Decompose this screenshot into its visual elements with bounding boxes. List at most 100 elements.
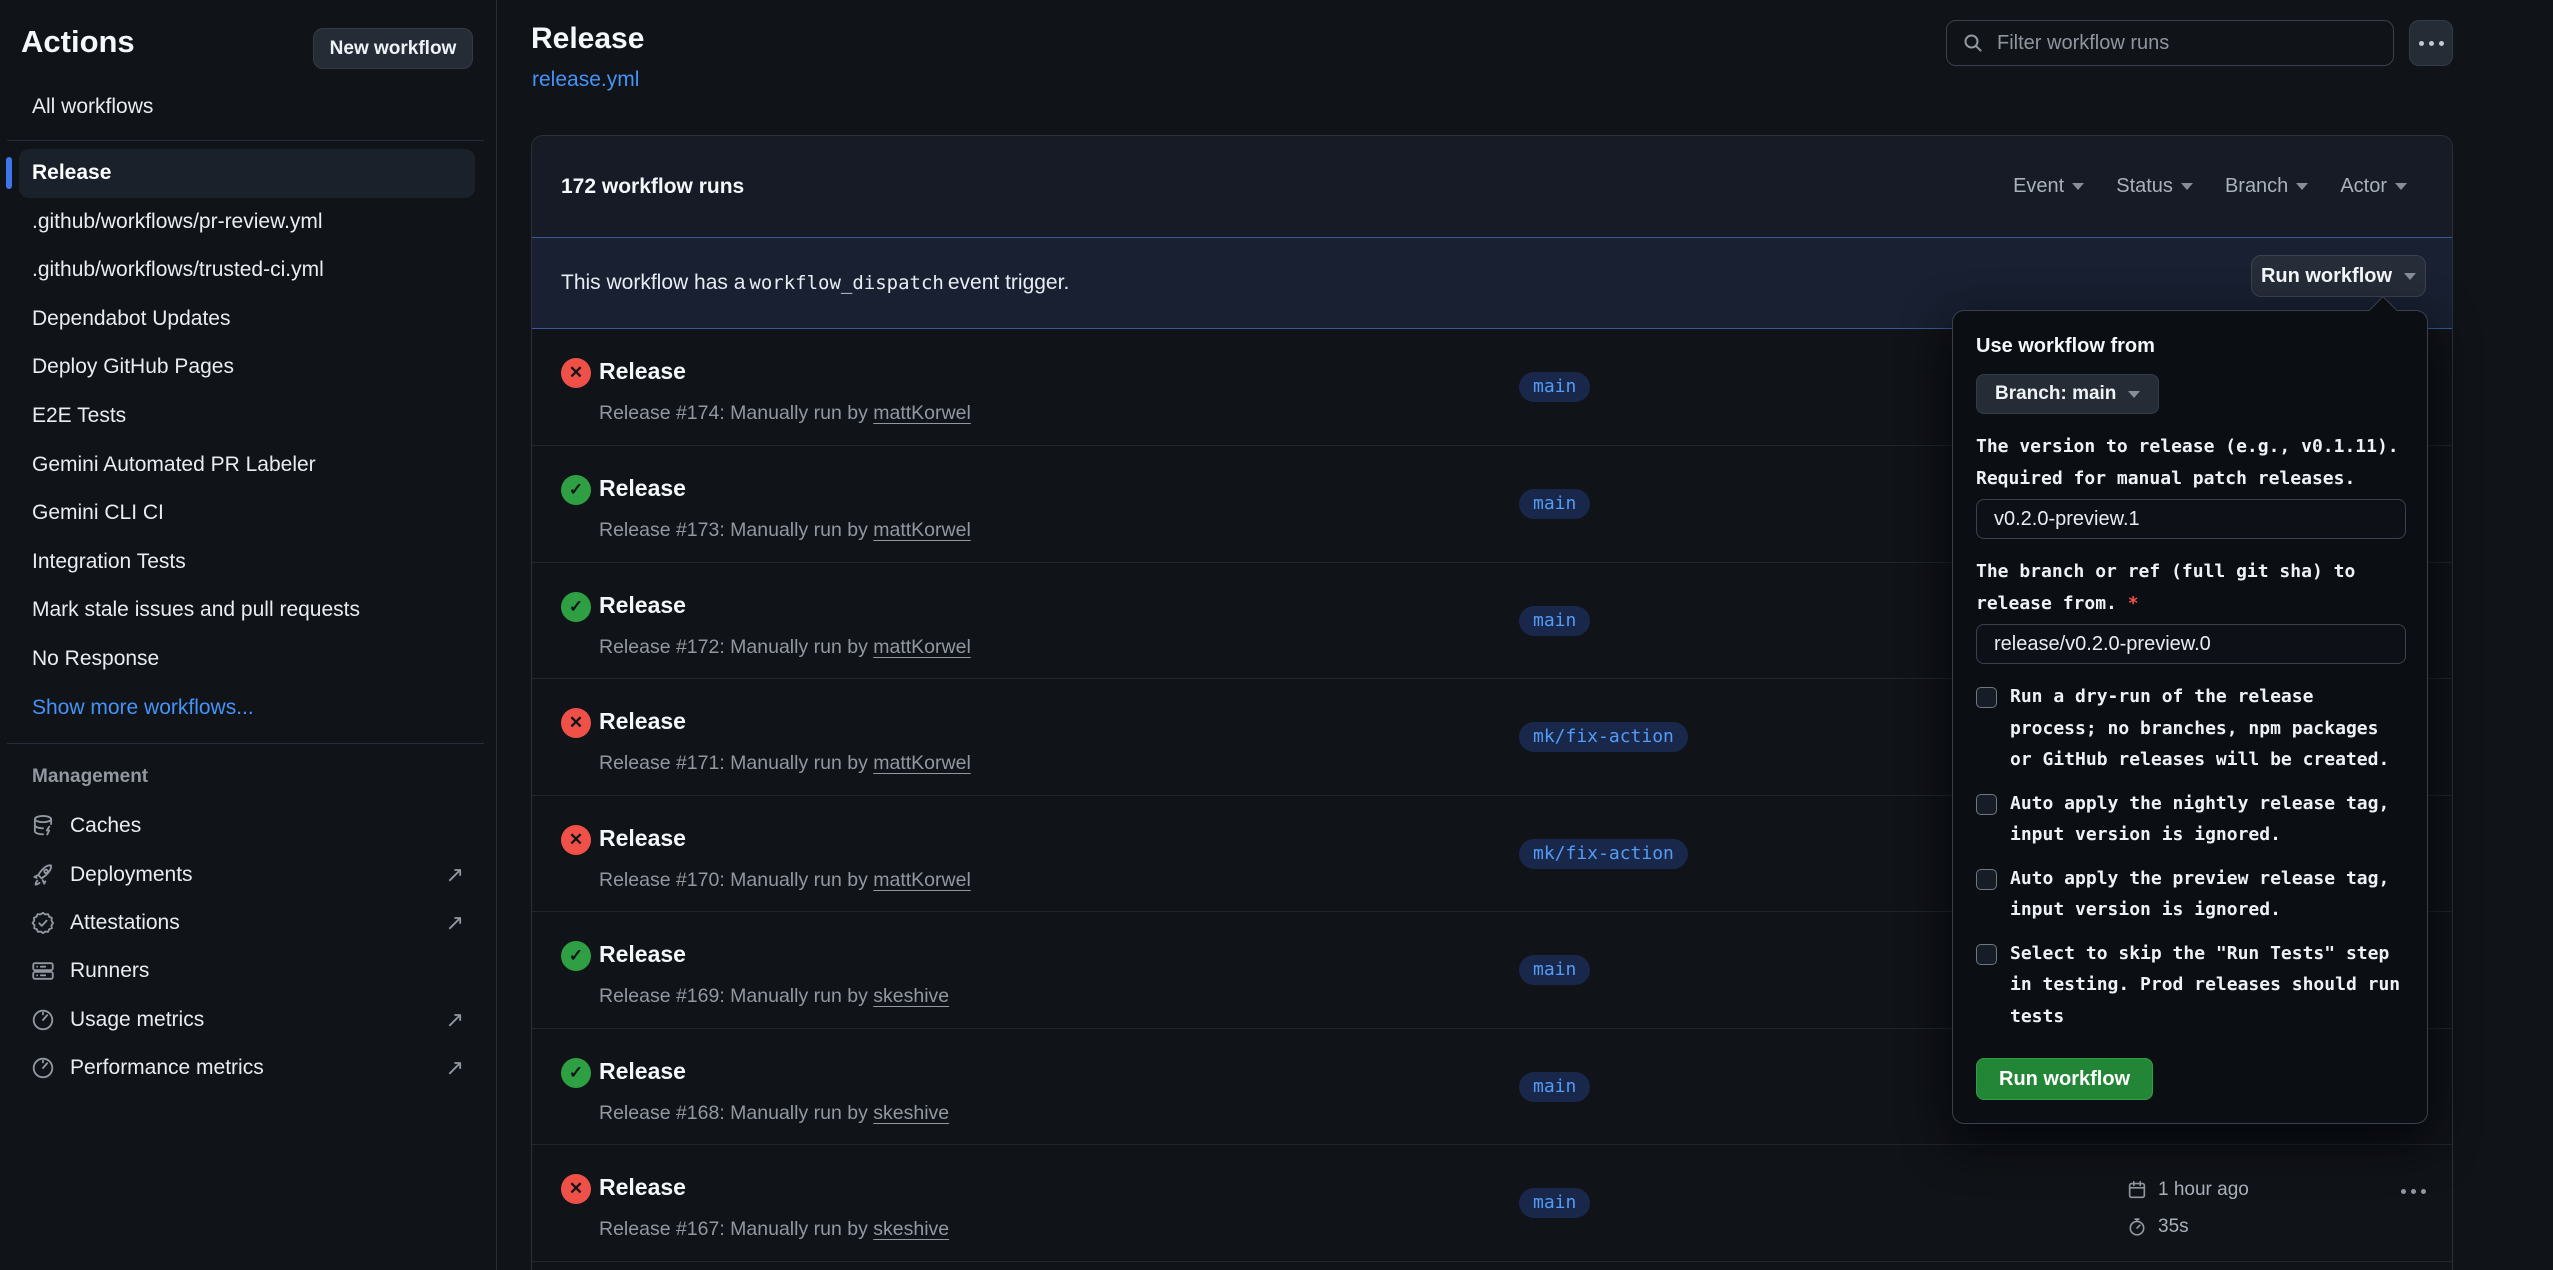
run-actor-link[interactable]: mattKorwel (873, 869, 971, 891)
run-status-icon (561, 1058, 591, 1088)
workflow-item-label: .github/workflows/pr-review.yml (32, 210, 323, 233)
workflow-item-label: Dependabot Updates (32, 307, 231, 330)
filter-workflow-runs-box (1946, 20, 2394, 66)
checkbox[interactable] (1976, 944, 1997, 965)
run-actor-link[interactable]: skeshive (873, 985, 949, 1007)
sidebar-workflow-item[interactable]: Release (19, 149, 475, 198)
run-branch-badge[interactable]: mk/fix-action (1519, 839, 1688, 869)
verified-icon (30, 910, 56, 936)
run-actor-link[interactable]: skeshive (873, 1218, 949, 1240)
run-title[interactable]: Release (599, 825, 686, 852)
run-status-icon (561, 592, 591, 622)
sidebar-workflow-item[interactable]: .github/workflows/trusted-ci.yml (19, 246, 475, 295)
run-actor-link[interactable]: mattKorwel (873, 636, 971, 658)
runs-filters: Event Status Branch (2013, 175, 2407, 198)
popup-checkbox-item: Auto apply the preview release tag, inpu… (1976, 863, 2404, 926)
run-title[interactable]: Release (599, 358, 686, 385)
checkbox-label: Run a dry-run of the release process; no… (2010, 681, 2404, 776)
sidebar-workflow-item[interactable]: Mark stale issues and pull requests (19, 586, 475, 635)
branch-selector-button[interactable]: Branch: main (1976, 374, 2159, 414)
workflow-options-kebab-button[interactable] (2409, 20, 2453, 66)
run-title[interactable]: Release (599, 1174, 686, 1201)
run-actor-link[interactable]: mattKorwel (873, 752, 971, 774)
run-title[interactable]: Release (599, 708, 686, 735)
required-asterisk: * (2128, 593, 2139, 614)
run-branch-badge[interactable]: main (1519, 372, 1590, 402)
stopwatch-icon (2126, 1216, 2148, 1238)
management-item[interactable]: Performance metrics ↗ (19, 1044, 475, 1092)
sidebar-workflow-item[interactable]: .github/workflows/pr-review.yml (19, 198, 475, 247)
version-input[interactable] (1976, 499, 2406, 539)
ref-input[interactable] (1976, 624, 2406, 664)
workflow-item-label: Integration Tests (32, 550, 186, 573)
run-workflow-dropdown-button[interactable]: Run workflow (2251, 255, 2426, 297)
popup-checkbox-item: Auto apply the nightly release tag, inpu… (1976, 788, 2404, 851)
run-time: 1 hour ago (2158, 1179, 2249, 1201)
cache-icon (30, 813, 56, 839)
run-actor-link[interactable]: mattKorwel (873, 402, 971, 424)
run-description-text: Release #174: Manually run by (599, 402, 873, 424)
new-workflow-button[interactable]: New workflow (313, 28, 473, 69)
sidebar-workflow-item[interactable]: No Response (19, 635, 475, 684)
runs-filter-dropdown[interactable]: Event (2013, 175, 2084, 198)
chevron-down-icon (2404, 273, 2416, 280)
run-actor-link[interactable]: mattKorwel (873, 519, 971, 541)
run-description-text: Release #171: Manually run by (599, 752, 873, 774)
sidebar-item-all-workflows[interactable]: All workflows (19, 84, 475, 129)
workflow-run-row[interactable]: Release Release #167: Manually run by sk… (532, 1144, 2452, 1260)
management-item[interactable]: Caches (19, 802, 475, 850)
run-title[interactable]: Release (599, 592, 686, 619)
run-title[interactable]: Release (599, 475, 686, 502)
sidebar-workflow-item[interactable]: Deploy GitHub Pages (19, 343, 475, 392)
run-title[interactable]: Release (599, 1058, 686, 1085)
run-description-text: Release #173: Manually run by (599, 519, 873, 541)
sidebar-workflow-item[interactable]: E2E Tests (19, 392, 475, 441)
runs-filter-dropdown[interactable]: Branch (2225, 175, 2308, 198)
workflow-list: Release .github/workflows/pr-review.yml … (19, 149, 475, 732)
run-actor-link[interactable]: skeshive (873, 1102, 949, 1124)
run-kebab-menu[interactable] (2401, 1189, 2426, 1194)
server-icon (30, 958, 56, 984)
partial-run-row (532, 1261, 2452, 1270)
run-branch-badge[interactable]: main (1519, 606, 1590, 636)
checkbox[interactable] (1976, 687, 1997, 708)
runs-filter-dropdown[interactable]: Status (2116, 175, 2193, 198)
run-description-text: Release #167: Manually run by (599, 1218, 873, 1240)
checkbox-label: Select to skip the "Run Tests" step in t… (2010, 938, 2404, 1033)
management-item-label: Attestations (70, 911, 180, 935)
management-item[interactable]: Runners (19, 947, 475, 995)
management-item[interactable]: Deployments ↗ (19, 850, 475, 898)
sidebar-workflow-item[interactable]: Gemini Automated PR Labeler (19, 441, 475, 490)
filter-workflow-runs-input[interactable] (1997, 32, 2379, 55)
run-branch-badge[interactable]: main (1519, 1072, 1590, 1102)
management-item[interactable]: Usage metrics ↗ (19, 996, 475, 1044)
run-workflow-popup: Use workflow from Branch: main The versi… (1952, 310, 2428, 1124)
runs-filter-dropdown[interactable]: Actor (2340, 175, 2407, 198)
run-workflow-submit-button[interactable]: Run workflow (1976, 1058, 2153, 1100)
management-item-label: Usage metrics (70, 1008, 204, 1032)
workflow-item-label: Deploy GitHub Pages (32, 355, 234, 378)
sidebar-workflow-item[interactable]: Show more workflows... (19, 684, 475, 733)
run-branch-badge[interactable]: main (1519, 1188, 1590, 1218)
external-link-icon: ↗ (446, 1007, 464, 1033)
checkbox[interactable] (1976, 869, 1997, 890)
sidebar-workflow-item[interactable]: Integration Tests (19, 538, 475, 587)
checkbox[interactable] (1976, 794, 1997, 815)
chevron-down-icon (2181, 183, 2193, 190)
sidebar-workflow-item[interactable]: Gemini CLI CI (19, 489, 475, 538)
management-item[interactable]: Attestations ↗ (19, 899, 475, 947)
run-description: Release #172: Manually run by mattKorwel (599, 636, 971, 659)
run-branch-badge[interactable]: main (1519, 955, 1590, 985)
sidebar-title: Actions (21, 24, 135, 60)
management-item-label: Caches (70, 814, 141, 838)
run-title[interactable]: Release (599, 941, 686, 968)
sidebar-workflow-item[interactable]: Dependabot Updates (19, 295, 475, 344)
management-list: Caches Deployments ↗ (19, 802, 475, 1092)
run-branch-badge[interactable]: mk/fix-action (1519, 722, 1688, 752)
run-description: Release #173: Manually run by mattKorwel (599, 519, 971, 542)
workflow-dispatch-code: workflow_dispatch (749, 272, 943, 294)
run-branch-badge[interactable]: main (1519, 489, 1590, 519)
run-description-text: Release #169: Manually run by (599, 985, 873, 1007)
run-description: Release #168: Manually run by skeshive (599, 1102, 949, 1125)
workflow-file-link[interactable]: release.yml (532, 68, 639, 92)
